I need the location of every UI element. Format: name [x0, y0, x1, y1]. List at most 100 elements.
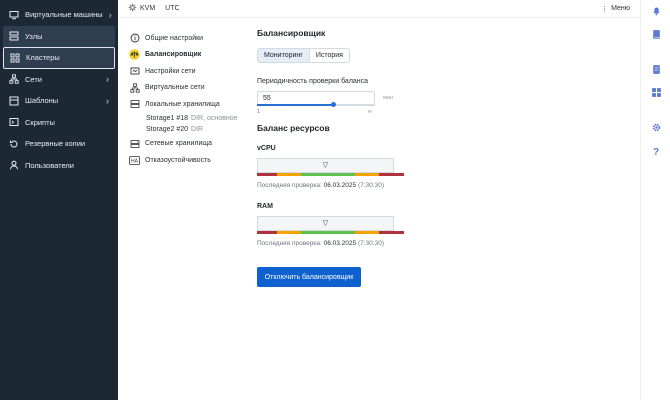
sidebar-item-label: Виртуальные машины	[25, 10, 103, 20]
network-icon	[9, 74, 19, 84]
chevron-right-icon: ›	[106, 95, 109, 106]
ram-last-check: Последняя проверка: 06.03.2025 (7:30:30)	[257, 240, 407, 247]
ha-icon: HA	[129, 155, 140, 166]
sidebar-item-label: Скрипты	[25, 117, 55, 127]
interval-input[interactable]	[257, 91, 375, 105]
slider-thumb[interactable]	[331, 102, 337, 107]
tab-history[interactable]: История	[310, 49, 349, 62]
more-vertical-icon: ⋮	[601, 5, 609, 13]
sidebar-item-label: Сети	[25, 74, 42, 84]
backup-icon	[9, 139, 19, 149]
menu-label: Меню	[611, 5, 630, 12]
chevron-right-icon: ›	[108, 9, 112, 20]
settings-item-local-storage[interactable]: Локальные хранилища	[129, 96, 249, 113]
disable-balancer-button[interactable]: Отключить балансировщик	[257, 267, 361, 287]
slider-fill	[257, 104, 334, 106]
cpu-last-check: Последняя проверка: 06.03.2025 (7:30:30)	[257, 182, 407, 189]
sidebar-item-label: Пользователи	[25, 160, 74, 170]
network-storage-icon	[129, 138, 140, 149]
sidebar-item-backups[interactable]: Резервные копии	[3, 133, 115, 155]
last-check-prefix: Последняя проверка:	[257, 182, 322, 189]
templates-icon	[9, 96, 19, 106]
clusters-icon	[10, 53, 20, 63]
last-check-time: (7:30:30)	[357, 240, 384, 247]
sidebar-item-users[interactable]: Пользователи	[3, 155, 115, 177]
slider-max: ∞	[368, 109, 372, 115]
chevron-right-icon: ›	[106, 74, 109, 85]
scale-segment-orange	[277, 231, 301, 234]
sidebar-item-clusters[interactable]: Кластеры	[3, 47, 115, 69]
ram-label: RAM	[257, 203, 273, 210]
scale-segment-green	[301, 231, 355, 234]
page-title: Балансировщик	[257, 28, 326, 38]
scripts-icon	[9, 117, 19, 127]
sidebar-item-label: Шаблоны	[25, 96, 59, 106]
settings-item-balancer[interactable]: Балансировщик	[129, 47, 249, 64]
kvm-icon	[128, 3, 137, 14]
scale-segment-orange	[277, 173, 301, 176]
vm-icon	[9, 10, 19, 20]
menu-button[interactable]: ⋮ Меню	[601, 5, 630, 13]
sidebar-item-nodes[interactable]: Узлы	[3, 25, 115, 47]
storage-meta: DIR, основное	[191, 114, 238, 122]
grid-icon[interactable]	[650, 86, 662, 98]
settings-item-label: Отказоустойчивость	[145, 156, 211, 164]
sidebar: Виртуальные машины › Узлы Кластеры Сети …	[0, 0, 118, 400]
interval-unit: мин	[383, 95, 393, 101]
sidebar-item-networks[interactable]: Сети ›	[3, 69, 115, 91]
sidebar-item-label: Резервные копии	[25, 139, 86, 149]
settings-item-label: Настройки сети	[145, 67, 196, 75]
help-icon[interactable]: ?	[650, 146, 662, 158]
sidebar-item-label: Узлы	[25, 31, 43, 41]
storage-name: Storage1 #18	[146, 114, 189, 122]
svg-text:HA: HA	[131, 158, 139, 164]
settings-item-virtual-networks[interactable]: Виртуальные сети	[129, 80, 249, 97]
interval-control: мин	[257, 91, 405, 107]
book-icon[interactable]	[650, 28, 662, 40]
cpu-balance-scale	[257, 173, 404, 176]
settings-item-label: Общие настройки	[145, 34, 204, 42]
storage-item[interactable]: Storage2 #20 DIR	[129, 124, 249, 136]
info-icon	[129, 33, 140, 44]
settings-item-label: Сетевые хранилища	[145, 140, 213, 148]
triangle-down-icon: ▽	[322, 162, 329, 169]
network-settings-icon	[129, 66, 140, 77]
kvm-indicator[interactable]: KVM	[128, 3, 155, 14]
storage-name: Storage2 #20	[146, 126, 189, 134]
last-check-prefix: Последняя проверка:	[257, 240, 322, 247]
settings-item-network[interactable]: Настройки сети	[129, 63, 249, 80]
last-check-date: 06.03.2025	[323, 182, 357, 189]
bell-icon[interactable]	[650, 4, 662, 16]
last-check-date: 06.03.2025	[323, 240, 357, 247]
tab-monitoring[interactable]: Мониторинг	[258, 49, 310, 62]
scale-segment-red	[379, 173, 404, 176]
last-check-time: (7:30:30)	[357, 182, 384, 189]
ram-balance-indicator: ▽	[257, 216, 394, 231]
slider-min: 1	[257, 109, 261, 115]
storage-item[interactable]: Storage1 #18 DIR, основное	[129, 113, 249, 125]
interval-label: Периодичность проверки баланса	[257, 78, 369, 85]
scale-segment-orange	[355, 173, 379, 176]
balancer-panel: Балансировщик Мониторинг История Периоди…	[257, 28, 407, 247]
settings-item-general[interactable]: Общие настройки	[129, 30, 249, 47]
sidebar-item-vms[interactable]: Виртуальные машины ›	[3, 4, 115, 26]
sidebar-item-scripts[interactable]: Скрипты	[3, 112, 115, 134]
gear-icon[interactable]	[650, 121, 662, 133]
ram-balance-scale	[257, 231, 404, 234]
sidebar-item-label: Кластеры	[26, 53, 60, 63]
settings-item-network-storage[interactable]: Сетевые хранилища	[129, 136, 249, 153]
local-storage-icon	[129, 99, 140, 110]
interval-slider[interactable]	[257, 102, 375, 107]
sidebar-item-templates[interactable]: Шаблоны ›	[3, 90, 115, 112]
settings-item-label: Виртуальные сети	[145, 84, 205, 92]
cpu-balance-indicator: ▽	[257, 158, 394, 173]
users-icon	[9, 160, 19, 170]
tab-group: Мониторинг История	[257, 48, 350, 63]
timezone-label[interactable]: UTC	[165, 5, 179, 12]
settings-item-ha[interactable]: HA Отказоустойчивость	[129, 152, 249, 169]
scale-segment-red	[257, 173, 277, 176]
settings-item-label: Локальные хранилища	[145, 100, 220, 108]
scale-segment-green	[301, 173, 355, 176]
document-icon[interactable]	[650, 63, 662, 75]
balancer-icon	[129, 49, 140, 61]
